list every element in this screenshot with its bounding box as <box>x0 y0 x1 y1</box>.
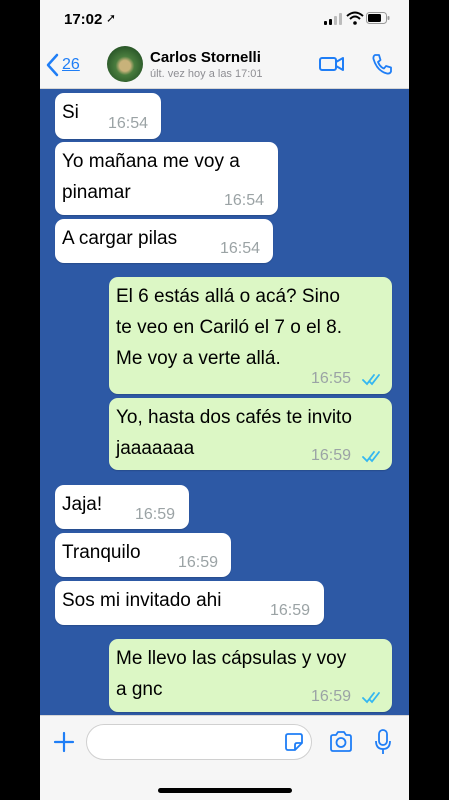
phone-screen: 17:02 ➚ 26 Carlos Stornelli últ. vez hoy… <box>40 0 409 800</box>
message-time: 16:54 <box>224 192 265 209</box>
input-bar <box>40 715 409 800</box>
chat-header: 26 Carlos Stornelli últ. vez hoy a las 1… <box>40 40 409 89</box>
message-incoming[interactable]: Jaja! 16:59 <box>55 485 189 529</box>
phone-icon[interactable] <box>370 52 394 76</box>
status-time: 17:02 <box>64 11 103 28</box>
message-text: Yo mañana me voy a pinamar <box>62 151 240 203</box>
message-text: Jaja! <box>62 494 103 515</box>
last-seen: últ. vez hoy a las 17:01 <box>150 68 263 80</box>
message-incoming[interactable]: Si 16:54 <box>55 93 161 139</box>
home-indicator <box>158 788 292 793</box>
sticker-icon[interactable] <box>284 732 304 752</box>
double-check-icon <box>362 451 380 463</box>
message-incoming[interactable]: Tranquilo 16:59 <box>55 533 231 577</box>
message-incoming[interactable]: A cargar pilas 16:54 <box>55 219 273 263</box>
message-input[interactable] <box>86 724 312 760</box>
battery-icon <box>366 12 390 24</box>
back-button[interactable]: 26 <box>46 52 80 78</box>
contact-name[interactable]: Carlos Stornelli <box>150 49 261 66</box>
plus-icon[interactable] <box>52 730 76 754</box>
avatar[interactable] <box>107 46 143 82</box>
message-outgoing[interactable]: El 6 estás allá o acá? Sino te veo en Car… <box>109 277 392 394</box>
wifi-icon <box>346 11 364 25</box>
camera-icon[interactable] <box>328 730 354 754</box>
location-arrow-icon: ➚ <box>106 11 117 25</box>
microphone-icon[interactable] <box>373 728 393 756</box>
chat-area[interactable]: Si 16:54 Yo mañana me voy a pinamar 16:54… <box>40 89 409 715</box>
message-time: 16:59 <box>135 506 176 523</box>
message-time: 16:59 <box>311 447 352 464</box>
video-call-icon[interactable] <box>318 52 346 76</box>
message-time: 16:54 <box>108 115 149 132</box>
back-chevron-icon <box>46 53 59 77</box>
message-text: Si <box>62 102 79 123</box>
message-time: 16:59 <box>178 554 219 571</box>
signal-icon <box>324 13 342 25</box>
message-text: Tranquilo <box>62 542 141 563</box>
message-text: A cargar pilas <box>62 228 178 249</box>
message-incoming[interactable]: Yo mañana me voy a pinamar 16:54 <box>55 142 278 215</box>
message-outgoing[interactable]: Yo, hasta dos cafés te invito jaaaaaaa 16… <box>109 398 392 470</box>
message-time: 16:59 <box>270 602 311 619</box>
message-time: 16:54 <box>220 240 261 257</box>
message-incoming[interactable]: Sos mi invitado ahi 16:59 <box>55 581 324 625</box>
unread-count: 26 <box>62 56 80 73</box>
message-outgoing[interactable]: Me llevo las cápsulas y voy a gnc 16:59 <box>109 639 392 712</box>
message-time: 16:55 <box>311 370 352 387</box>
message-text: El 6 estás allá o acá? Sino te veo en Car… <box>116 286 343 369</box>
message-text: Sos mi invitado ahi <box>62 590 222 611</box>
message-time: 16:59 <box>311 688 352 705</box>
double-check-icon <box>362 692 380 704</box>
double-check-icon <box>362 374 380 386</box>
status-bar: 17:02 ➚ <box>40 0 409 40</box>
